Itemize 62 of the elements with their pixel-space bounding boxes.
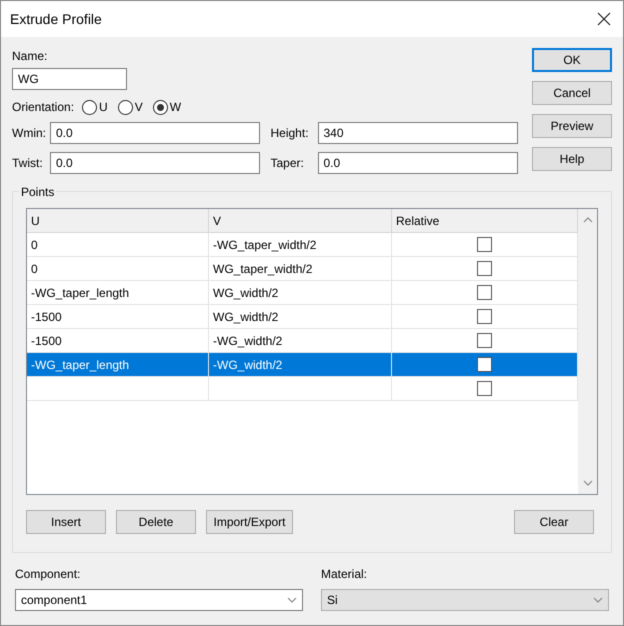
value-field[interactable]: 0.0 [50, 152, 260, 174]
dialog-button[interactable]: Import/Export [206, 510, 293, 534]
value-field[interactable]: 0.0 [50, 122, 260, 144]
radio-button[interactable] [82, 100, 98, 114]
window-title: Extrude Profile [10, 10, 102, 28]
table-cell-text: -WG_taper_width/2 [213, 236, 316, 254]
dialog-button[interactable]: Insert [26, 510, 106, 534]
table-row[interactable]: -WG_taper_length WG_width/2 [27, 281, 578, 305]
table-cell-text: 0 [31, 236, 38, 254]
checkbox[interactable] [477, 261, 492, 276]
table-cell-text: -WG_width/2 [213, 332, 282, 350]
table-row[interactable]: 0 -WG_taper_width/2 [27, 233, 578, 257]
checkbox[interactable] [477, 237, 492, 252]
checkbox[interactable] [477, 357, 492, 372]
table-cell-text: 0 [31, 260, 38, 278]
checkbox[interactable] [477, 333, 492, 348]
table-cell-text: WG_width/2 [213, 308, 278, 326]
column-header[interactable]: U [27, 209, 209, 233]
value-field[interactable]: 0.0 [318, 152, 518, 174]
component-label: Component: [15, 566, 82, 583]
table-cell-text: -1500 [31, 332, 62, 350]
table-cell-text: -WG_width/2 [213, 356, 282, 374]
checkbox[interactable] [477, 381, 492, 396]
scroll-up-icon [582, 217, 592, 223]
table-cell-text: -WG_taper_length [31, 284, 130, 302]
dropdown-icon [287, 597, 297, 603]
component-dropdown[interactable]: component1 [15, 589, 303, 611]
dialog-button[interactable]: Help [532, 147, 612, 171]
radio-label: W [170, 99, 182, 116]
table-cell-text: WG_width/2 [213, 284, 278, 302]
dialog-button[interactable]: Cancel [532, 81, 612, 105]
field-label: Twist: [12, 155, 44, 172]
column-header[interactable]: V [209, 209, 392, 233]
table-cell-text: -1500 [31, 308, 62, 326]
material-label: Material: [321, 566, 368, 583]
scroll-down-icon [582, 480, 592, 486]
radio-button[interactable] [118, 100, 133, 114]
dropdown-icon [593, 597, 603, 603]
name-field[interactable]: WG [12, 68, 127, 90]
close-icon[interactable] [597, 12, 611, 26]
table-row[interactable]: -WG_taper_length -WG_width/2 [27, 353, 578, 377]
dialog-button[interactable]: Clear [514, 510, 594, 534]
column-header[interactable]: Relative [392, 209, 578, 233]
dialog-button[interactable]: Preview [532, 114, 612, 138]
field-label: Taper: [270, 155, 305, 172]
radio-button[interactable] [152, 100, 168, 114]
scrollbar[interactable] [578, 209, 597, 494]
name-label: Name: [12, 48, 48, 65]
dialog-button[interactable]: Delete [116, 510, 196, 534]
table-row[interactable]: 0 WG_taper_width/2 [27, 257, 578, 281]
table-row[interactable]: -1500 WG_width/2 [27, 305, 578, 329]
radio-label: U [99, 99, 108, 116]
checkbox[interactable] [477, 309, 492, 324]
dialog-button[interactable]: OK [532, 48, 612, 72]
field-label: Wmin: [12, 125, 47, 142]
checkbox[interactable] [477, 285, 492, 300]
value-field[interactable]: 340 [318, 122, 518, 144]
orientation-label: Orientation: [12, 99, 74, 116]
table-cell-text: -WG_taper_length [31, 356, 130, 374]
field-label: Height: [270, 125, 310, 142]
table-cell-text: WG_taper_width/2 [213, 260, 312, 278]
radio-label: V [134, 99, 143, 116]
